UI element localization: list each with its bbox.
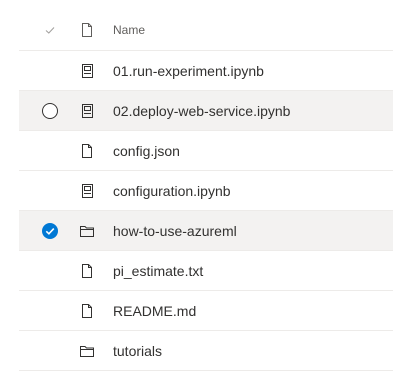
file-name[interactable]: config.json	[113, 143, 180, 159]
file-icon	[79, 143, 95, 159]
row-checkbox[interactable]	[41, 142, 59, 160]
folder-icon	[79, 343, 95, 359]
notebook-icon	[79, 63, 95, 79]
select-all-checkmark-icon[interactable]	[41, 21, 59, 39]
list-item[interactable]: 02.deploy-web-service.ipynb	[19, 91, 393, 131]
list-header: Name	[19, 10, 393, 51]
row-checkbox[interactable]	[41, 342, 59, 360]
row-checkbox[interactable]	[41, 262, 59, 280]
file-name[interactable]: tutorials	[113, 343, 162, 359]
file-name[interactable]: pi_estimate.txt	[113, 263, 203, 279]
file-name[interactable]: how-to-use-azureml	[113, 223, 237, 239]
list-item[interactable]: configuration.ipynb	[19, 171, 393, 211]
row-checkbox-checked[interactable]	[41, 222, 59, 240]
list-item[interactable]: README.md	[19, 291, 393, 331]
file-name[interactable]: README.md	[113, 303, 196, 319]
file-name[interactable]: configuration.ipynb	[113, 183, 231, 199]
list-item[interactable]: 01.run-experiment.ipynb	[19, 51, 393, 91]
notebook-icon	[79, 103, 95, 119]
list-item[interactable]: config.json	[19, 131, 393, 171]
list-item[interactable]: tutorials	[19, 331, 393, 371]
row-checkbox[interactable]	[41, 102, 59, 120]
list-item[interactable]: pi_estimate.txt	[19, 251, 393, 291]
file-name[interactable]: 02.deploy-web-service.ipynb	[113, 103, 290, 119]
row-checkbox[interactable]	[41, 62, 59, 80]
file-list: Name 01.run-experiment.ipynb 02.deploy-w…	[19, 10, 393, 371]
file-name[interactable]: 01.run-experiment.ipynb	[113, 63, 264, 79]
column-header-name[interactable]: Name	[113, 23, 145, 37]
file-icon	[79, 303, 95, 319]
row-checkbox[interactable]	[41, 302, 59, 320]
file-icon	[79, 263, 95, 279]
folder-icon	[79, 223, 95, 239]
file-type-header-icon	[79, 22, 95, 38]
row-checkbox[interactable]	[41, 182, 59, 200]
notebook-icon	[79, 183, 95, 199]
list-item[interactable]: how-to-use-azureml	[19, 211, 393, 251]
